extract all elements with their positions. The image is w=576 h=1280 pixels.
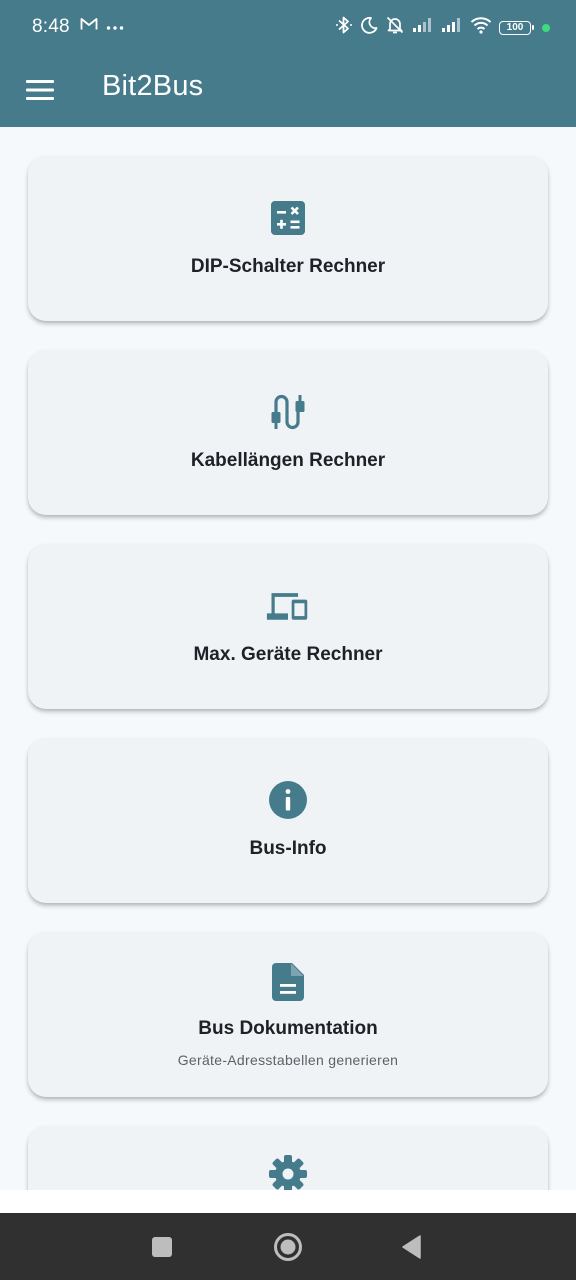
bus-documentation-card[interactable]: Bus Dokumentation Geräte-Adresstabellen … [28, 932, 548, 1097]
document-icon [266, 960, 310, 1004]
moon-icon [360, 16, 378, 39]
bus-info-card[interactable]: Bus-Info [28, 738, 548, 903]
more-dots-icon [106, 18, 124, 36]
card-label: Bus Dokumentation [198, 1018, 378, 1039]
gmail-icon [80, 17, 98, 36]
card-label: Kabellängen Rechner [190, 450, 386, 471]
settings-icon [266, 1152, 310, 1190]
cable-length-calculator-card[interactable]: Kabellängen Rechner [28, 350, 548, 515]
max-devices-calculator-card[interactable]: Max. Geräte Rechner [28, 544, 548, 709]
devices-icon [266, 584, 310, 628]
system-navigation-bar [0, 1213, 576, 1280]
card-label: Bus-Info [249, 838, 327, 859]
privacy-indicator-dot [542, 23, 550, 32]
settings-card[interactable] [28, 1126, 548, 1190]
dip-switch-calculator-card[interactable]: DIP-Schalter Rechner [28, 156, 548, 321]
info-icon [266, 778, 310, 822]
back-icon[interactable] [395, 1230, 429, 1264]
card-label: Max. Geräte Rechner [193, 644, 383, 665]
signal-icon [412, 17, 434, 38]
bluetooth-icon [335, 15, 353, 40]
signal-icon [441, 17, 463, 38]
card-list[interactable]: DIP-Schalter Rechner Kabellängen Rechner… [0, 127, 576, 1190]
status-bar: 8:48 100 [0, 0, 576, 56]
home-icon[interactable] [271, 1230, 305, 1264]
status-left-icons [80, 17, 124, 36]
app-title: Bit2Bus [102, 70, 204, 102]
menu-icon[interactable] [26, 78, 54, 102]
status-time: 8:48 [32, 16, 70, 37]
cable-icon [266, 390, 310, 434]
battery-icon: 100 [499, 20, 534, 35]
calculator-icon [266, 196, 310, 240]
card-sublabel: Geräte-Adresstabellen generieren [177, 1052, 399, 1068]
recent-apps-icon[interactable] [145, 1230, 179, 1264]
card-label: DIP-Schalter Rechner [190, 256, 386, 277]
bell-off-icon [385, 15, 405, 40]
app-bar: Bit2Bus [0, 56, 576, 127]
wifi-icon [470, 16, 492, 39]
status-right-icons: 100 [335, 15, 550, 40]
nav-gap [0, 1190, 576, 1213]
